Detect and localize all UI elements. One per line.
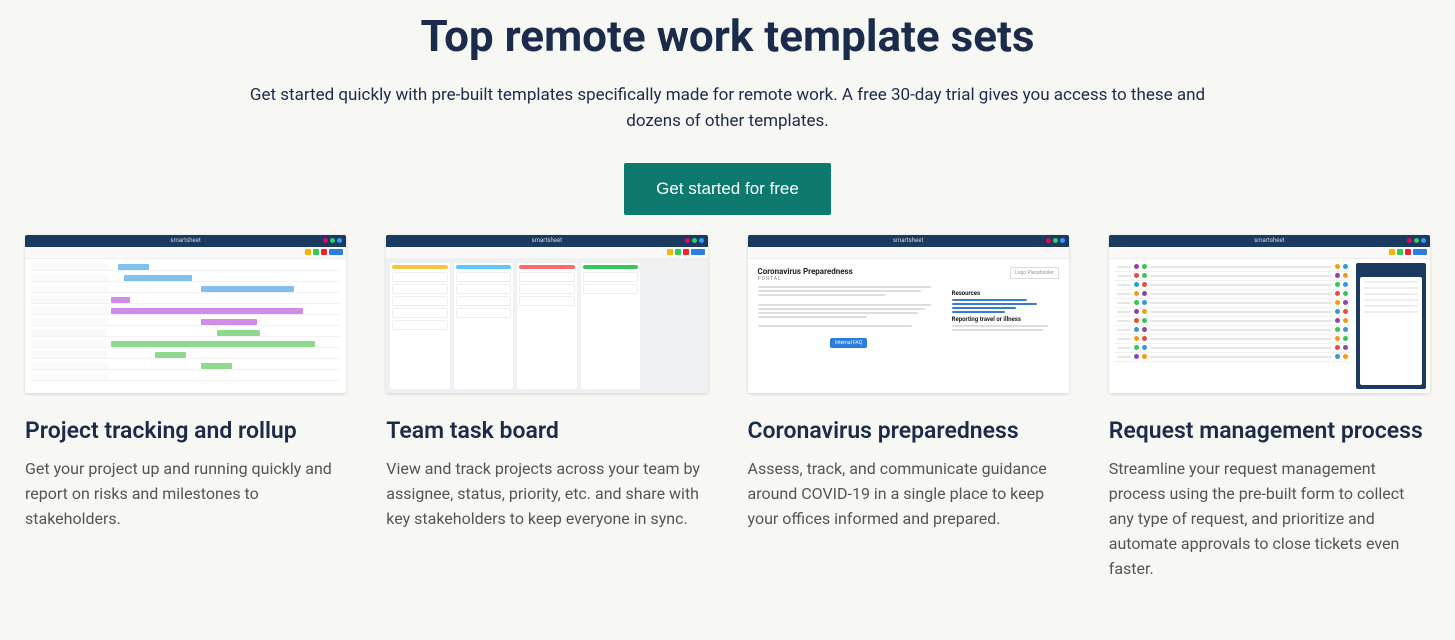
resources-heading: Resources: [952, 290, 1059, 297]
template-card-coronavirus-preparedness[interactable]: smartsheet Coronavirus Preparedness PORT…: [748, 235, 1069, 582]
thumb-toolbar: [748, 247, 1069, 259]
thumb-toolbar: [1109, 247, 1430, 259]
thumb-app-bar: smartsheet: [25, 235, 346, 247]
template-thumbnail: smartsheet Coronavirus Preparedness PORT…: [748, 235, 1069, 393]
get-started-button[interactable]: Get started for free: [624, 163, 831, 215]
page-title: Top remote work template sets: [228, 10, 1228, 62]
thumb-app-bar: smartsheet: [1109, 235, 1430, 247]
template-title: Project tracking and rollup: [25, 417, 346, 446]
thumb-toolbar: [25, 247, 346, 259]
thumb-app-bar: smartsheet: [748, 235, 1069, 247]
brand-label: smartsheet: [170, 237, 201, 244]
template-description: View and track projects across your team…: [386, 457, 707, 531]
brand-label: smartsheet: [893, 237, 924, 244]
gantt-preview: [25, 259, 346, 388]
kanban-preview: [386, 259, 707, 393]
portal-subtitle: PORTAL: [758, 276, 940, 282]
template-description: Assess, track, and communicate guidance …: [748, 457, 1069, 531]
form-panel-preview: [1356, 263, 1426, 389]
template-card-project-tracking[interactable]: smartsheet: [25, 235, 346, 582]
reporting-heading: Reporting travel or illness: [952, 316, 1059, 323]
thumb-toolbar: [386, 247, 707, 259]
template-title: Coronavirus preparedness: [748, 417, 1069, 446]
page-subtitle: Get started quickly with pre-built templ…: [248, 82, 1208, 135]
template-description: Get your project up and running quickly …: [25, 457, 346, 531]
window-controls-icon: [323, 238, 342, 243]
request-preview: [1109, 259, 1430, 393]
portal-preview: Coronavirus Preparedness PORTAL Internal…: [748, 259, 1069, 393]
portal-faq-button: Internal FAQ: [830, 338, 867, 348]
template-card-team-task-board[interactable]: smartsheet: [386, 235, 707, 582]
brand-label: smartsheet: [1254, 237, 1285, 244]
window-controls-icon: [685, 238, 704, 243]
template-description: Streamline your request management proce…: [1109, 457, 1430, 581]
thumb-app-bar: smartsheet: [386, 235, 707, 247]
template-grid: smartsheet: [25, 235, 1430, 582]
template-title: Team task board: [386, 417, 707, 446]
template-thumbnail: smartsheet: [386, 235, 707, 393]
window-controls-icon: [1046, 238, 1065, 243]
hero-section: Top remote work template sets Get starte…: [228, 10, 1228, 215]
template-thumbnail: smartsheet: [25, 235, 346, 393]
portal-title: Coronavirus Preparedness: [758, 267, 940, 276]
template-title: Request management process: [1109, 417, 1430, 446]
brand-label: smartsheet: [532, 237, 563, 244]
template-thumbnail: smartsheet: [1109, 235, 1430, 393]
logo-placeholder: Logo Placeholder: [1010, 267, 1059, 279]
page: Top remote work template sets Get starte…: [0, 0, 1455, 640]
window-controls-icon: [1407, 238, 1426, 243]
template-card-request-management[interactable]: smartsheet: [1109, 235, 1430, 582]
